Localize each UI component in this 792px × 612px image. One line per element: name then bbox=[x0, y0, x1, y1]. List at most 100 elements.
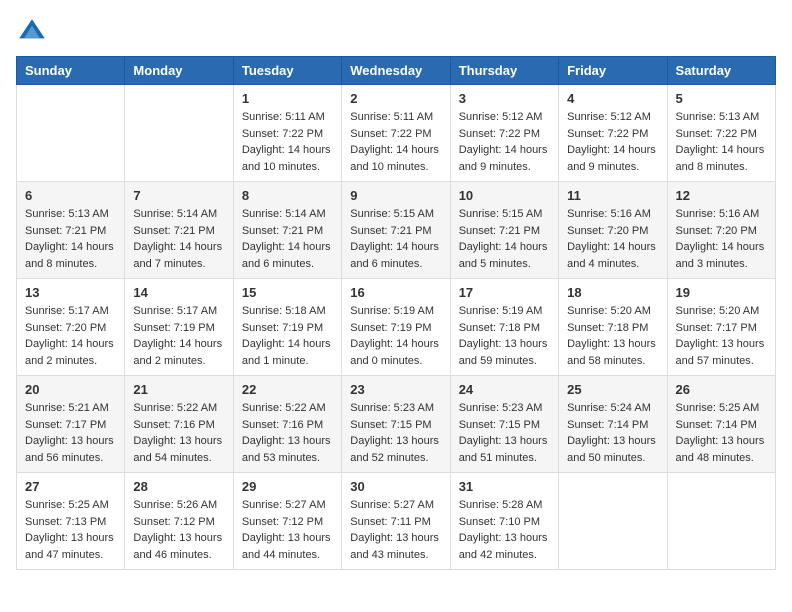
calendar-cell: 24 Sunrise: 5:23 AM Sunset: 7:15 PM Dayli… bbox=[450, 376, 558, 473]
weekday-header-friday: Friday bbox=[559, 57, 667, 85]
day-info: Sunrise: 5:18 AM Sunset: 7:19 PM Dayligh… bbox=[242, 303, 333, 369]
day-number: 11 bbox=[567, 188, 658, 203]
day-number: 23 bbox=[350, 382, 441, 397]
calendar-cell: 1 Sunrise: 5:11 AM Sunset: 7:22 PM Daylig… bbox=[233, 85, 341, 182]
weekday-header-monday: Monday bbox=[125, 57, 233, 85]
page-header bbox=[16, 16, 776, 48]
day-info: Sunrise: 5:23 AM Sunset: 7:15 PM Dayligh… bbox=[459, 400, 550, 466]
day-info: Sunrise: 5:20 AM Sunset: 7:18 PM Dayligh… bbox=[567, 303, 658, 369]
day-info: Sunrise: 5:27 AM Sunset: 7:12 PM Dayligh… bbox=[242, 497, 333, 563]
day-number: 2 bbox=[350, 91, 441, 106]
day-info: Sunrise: 5:12 AM Sunset: 7:22 PM Dayligh… bbox=[459, 109, 550, 175]
day-info: Sunrise: 5:14 AM Sunset: 7:21 PM Dayligh… bbox=[133, 206, 224, 272]
day-number: 17 bbox=[459, 285, 550, 300]
calendar-cell: 28Sunrise: 5:26 AM Sunset: 7:12 PM Dayli… bbox=[125, 473, 233, 570]
calendar-cell bbox=[667, 473, 775, 570]
calendar-week-row: 27 Sunrise: 5:25 AM Sunset: 7:13 PM Dayli… bbox=[17, 473, 776, 570]
calendar-cell: 9 Sunrise: 5:15 AM Sunset: 7:21 PM Daylig… bbox=[342, 182, 450, 279]
day-number: 12 bbox=[676, 188, 767, 203]
weekday-header-row: SundayMondayTuesdayWednesdayThursdayFrid… bbox=[17, 57, 776, 85]
weekday-header-wednesday: Wednesday bbox=[342, 57, 450, 85]
calendar-cell: 22 Sunrise: 5:22 AM Sunset: 7:16 PM Dayli… bbox=[233, 376, 341, 473]
day-info: Sunrise: 5:27 AM Sunset: 7:11 PM Dayligh… bbox=[350, 497, 441, 563]
calendar-cell: 15 Sunrise: 5:18 AM Sunset: 7:19 PM Dayli… bbox=[233, 279, 341, 376]
day-number: 18 bbox=[567, 285, 658, 300]
day-info: Sunrise: 5:16 AM Sunset: 7:20 PM Dayligh… bbox=[567, 206, 658, 272]
weekday-header-saturday: Saturday bbox=[667, 57, 775, 85]
day-number: 13 bbox=[25, 285, 116, 300]
weekday-header-sunday: Sunday bbox=[17, 57, 125, 85]
calendar-cell: 13 Sunrise: 5:17 AM Sunset: 7:20 PM Dayli… bbox=[17, 279, 125, 376]
calendar-cell bbox=[559, 473, 667, 570]
calendar-cell: 7 Sunrise: 5:14 AM Sunset: 7:21 PM Daylig… bbox=[125, 182, 233, 279]
calendar-cell bbox=[17, 85, 125, 182]
day-number: 29 bbox=[242, 479, 333, 494]
calendar-cell bbox=[125, 85, 233, 182]
day-info: Sunrise: 5:13 AM Sunset: 7:21 PM Dayligh… bbox=[25, 206, 116, 272]
day-info: Sunrise: 5:15 AM Sunset: 7:21 PM Dayligh… bbox=[350, 206, 441, 272]
day-number: 4 bbox=[567, 91, 658, 106]
day-info: Sunrise: 5:22 AM Sunset: 7:16 PM Dayligh… bbox=[133, 400, 224, 466]
day-number: 30 bbox=[350, 479, 441, 494]
day-number: 10 bbox=[459, 188, 550, 203]
weekday-header-thursday: Thursday bbox=[450, 57, 558, 85]
day-number: 7 bbox=[133, 188, 224, 203]
calendar-week-row: 6 Sunrise: 5:13 AM Sunset: 7:21 PM Daylig… bbox=[17, 182, 776, 279]
calendar-cell: 27 Sunrise: 5:25 AM Sunset: 7:13 PM Dayli… bbox=[17, 473, 125, 570]
day-number: 27 bbox=[25, 479, 116, 494]
day-info: Sunrise: 5:28 AM Sunset: 7:10 PM Dayligh… bbox=[459, 497, 550, 563]
weekday-header-tuesday: Tuesday bbox=[233, 57, 341, 85]
day-number: 16 bbox=[350, 285, 441, 300]
day-number: 26 bbox=[676, 382, 767, 397]
day-number: 15 bbox=[242, 285, 333, 300]
calendar-cell: 12 Sunrise: 5:16 AM Sunset: 7:20 PM Dayli… bbox=[667, 182, 775, 279]
logo bbox=[16, 16, 48, 48]
calendar-cell: 26 Sunrise: 5:25 AM Sunset: 7:14 PM Dayli… bbox=[667, 376, 775, 473]
day-info: Sunrise: 5:16 AM Sunset: 7:20 PM Dayligh… bbox=[676, 206, 767, 272]
day-info: Sunrise: 5:19 AM Sunset: 7:19 PM Dayligh… bbox=[350, 303, 441, 369]
day-number: 9 bbox=[350, 188, 441, 203]
day-number: 5 bbox=[676, 91, 767, 106]
day-number: 22 bbox=[242, 382, 333, 397]
day-info: Sunrise: 5:15 AM Sunset: 7:21 PM Dayligh… bbox=[459, 206, 550, 272]
calendar-cell: 20Sunrise: 5:21 AM Sunset: 7:17 PM Dayli… bbox=[17, 376, 125, 473]
day-info: Sunrise: 5:25 AM Sunset: 7:14 PM Dayligh… bbox=[676, 400, 767, 466]
calendar-cell: 3 Sunrise: 5:12 AM Sunset: 7:22 PM Daylig… bbox=[450, 85, 558, 182]
day-info: Sunrise: 5:23 AM Sunset: 7:15 PM Dayligh… bbox=[350, 400, 441, 466]
day-number: 24 bbox=[459, 382, 550, 397]
calendar-cell: 18 Sunrise: 5:20 AM Sunset: 7:18 PM Dayli… bbox=[559, 279, 667, 376]
day-info: Sunrise: 5:22 AM Sunset: 7:16 PM Dayligh… bbox=[242, 400, 333, 466]
calendar-cell: 5 Sunrise: 5:13 AM Sunset: 7:22 PM Daylig… bbox=[667, 85, 775, 182]
day-number: 21 bbox=[133, 382, 224, 397]
calendar-cell: 10 Sunrise: 5:15 AM Sunset: 7:21 PM Dayli… bbox=[450, 182, 558, 279]
day-number: 25 bbox=[567, 382, 658, 397]
day-number: 3 bbox=[459, 91, 550, 106]
calendar-cell: 31 Sunrise: 5:28 AM Sunset: 7:10 PM Dayli… bbox=[450, 473, 558, 570]
day-number: 31 bbox=[459, 479, 550, 494]
calendar-cell: 23 Sunrise: 5:23 AM Sunset: 7:15 PM Dayli… bbox=[342, 376, 450, 473]
day-number: 14 bbox=[133, 285, 224, 300]
calendar-body: 1 Sunrise: 5:11 AM Sunset: 7:22 PM Daylig… bbox=[17, 85, 776, 570]
calendar-cell: 30 Sunrise: 5:27 AM Sunset: 7:11 PM Dayli… bbox=[342, 473, 450, 570]
calendar-cell: 16 Sunrise: 5:19 AM Sunset: 7:19 PM Dayli… bbox=[342, 279, 450, 376]
calendar-cell: 8Sunrise: 5:14 AM Sunset: 7:21 PM Daylig… bbox=[233, 182, 341, 279]
day-info: Sunrise: 5:17 AM Sunset: 7:20 PM Dayligh… bbox=[25, 303, 116, 369]
day-info: Sunrise: 5:13 AM Sunset: 7:22 PM Dayligh… bbox=[676, 109, 767, 175]
calendar-cell: 14 Sunrise: 5:17 AM Sunset: 7:19 PM Dayli… bbox=[125, 279, 233, 376]
calendar-cell: 6 Sunrise: 5:13 AM Sunset: 7:21 PM Daylig… bbox=[17, 182, 125, 279]
day-number: 19 bbox=[676, 285, 767, 300]
calendar-cell: 19Sunrise: 5:20 AM Sunset: 7:17 PM Dayli… bbox=[667, 279, 775, 376]
day-number: 6 bbox=[25, 188, 116, 203]
calendar-cell: 21 Sunrise: 5:22 AM Sunset: 7:16 PM Dayli… bbox=[125, 376, 233, 473]
day-info: Sunrise: 5:14 AM Sunset: 7:21 PM Dayligh… bbox=[242, 206, 333, 272]
day-info: Sunrise: 5:17 AM Sunset: 7:19 PM Dayligh… bbox=[133, 303, 224, 369]
day-info: Sunrise: 5:25 AM Sunset: 7:13 PM Dayligh… bbox=[25, 497, 116, 563]
generalblue-logo-icon bbox=[16, 16, 48, 48]
day-number: 1 bbox=[242, 91, 333, 106]
calendar-cell: 29 Sunrise: 5:27 AM Sunset: 7:12 PM Dayli… bbox=[233, 473, 341, 570]
day-info: Sunrise: 5:11 AM Sunset: 7:22 PM Dayligh… bbox=[242, 109, 333, 175]
calendar-cell: 17Sunrise: 5:19 AM Sunset: 7:18 PM Dayli… bbox=[450, 279, 558, 376]
day-number: 20 bbox=[25, 382, 116, 397]
calendar-cell: 2Sunrise: 5:11 AM Sunset: 7:22 PM Daylig… bbox=[342, 85, 450, 182]
calendar-cell: 4Sunrise: 5:12 AM Sunset: 7:22 PM Daylig… bbox=[559, 85, 667, 182]
